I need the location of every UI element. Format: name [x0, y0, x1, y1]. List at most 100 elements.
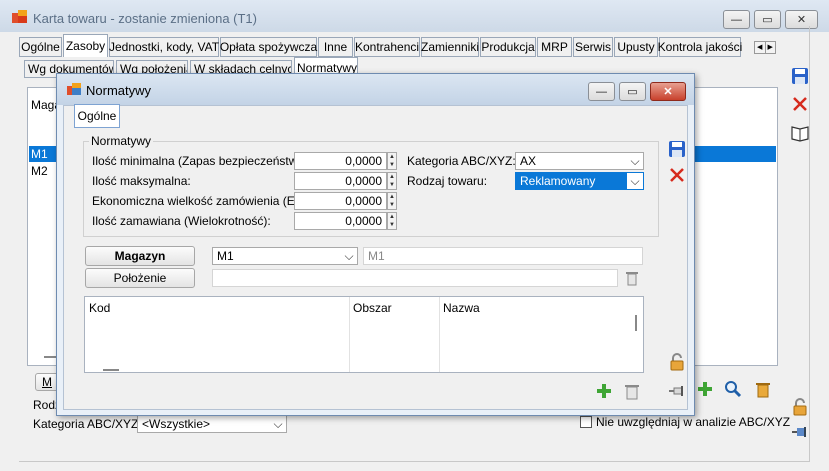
exclude-abc-label: Nie uwzględniaj w analizie ABC/XYZ	[596, 415, 791, 429]
normatywy-dialog: Normatywy — ▭ ✕ Ogólne Normatywy Ilość m…	[56, 73, 695, 416]
dialog-add-button[interactable]	[593, 380, 615, 402]
search-button[interactable]	[722, 378, 744, 400]
save-icon	[669, 141, 685, 157]
search-icon	[725, 381, 742, 398]
save-button[interactable]	[789, 65, 811, 87]
book-icon	[791, 126, 809, 142]
tab-scroll-right-icon[interactable]: ▶	[766, 42, 776, 53]
dialog-lock-button[interactable]	[666, 351, 688, 373]
ilosc-minimalna-input[interactable]: 0,0000	[294, 152, 387, 170]
add-button-outer[interactable]	[694, 378, 716, 400]
tab-serwis[interactable]: Serwis	[573, 37, 613, 57]
dialog-maximize-button[interactable]: ▭	[619, 82, 646, 101]
tab-kontrola-jakosci[interactable]: Kontrola jakości	[658, 37, 742, 57]
tab-produkcja[interactable]: Produkcja	[480, 37, 536, 57]
column-header-kod[interactable]: Kod	[89, 301, 110, 315]
dialog-title: Normatywy	[86, 83, 152, 98]
ilosc-zamawiana-input[interactable]: 0,0000	[294, 212, 387, 230]
tab-oplata[interactable]: Opłata spożywcza	[220, 37, 317, 57]
add-icon	[698, 382, 712, 396]
exclude-abc-checkbox[interactable]	[580, 416, 592, 428]
tab-jednostki[interactable]: Jednostki, kody, VAT	[109, 37, 219, 57]
trash-icon	[625, 385, 639, 400]
outer-titlebar: Karta towaru - zostanie zmieniona (T1) —…	[0, 0, 829, 32]
dialog-minimize-button[interactable]: —	[588, 82, 615, 101]
divider	[809, 26, 810, 462]
delete-button[interactable]	[789, 93, 811, 115]
pin-button[interactable]	[789, 421, 811, 443]
ilosc-zamawiana-spinner[interactable]: ▲ ▼	[387, 212, 397, 230]
app-icon	[67, 83, 81, 95]
ilosc-minimalna-spinner[interactable]: ▲ ▼	[387, 152, 397, 170]
chevron-down-icon: ⌵	[626, 173, 643, 189]
scrollbar-thumb[interactable]	[103, 369, 119, 371]
eoq-input[interactable]: 0,0000	[294, 192, 387, 210]
column-divider	[439, 297, 440, 372]
kategoria-label-outer: Kategoria ABC/XYZ:	[33, 417, 142, 431]
field-label: Ilość maksymalna:	[92, 174, 191, 188]
kategoria-select-outer[interactable]: <Wszystkie> ⌵	[137, 415, 287, 433]
lock-icon	[670, 353, 684, 371]
field-label: Ilość zamawiana (Wielokrotność):	[92, 214, 271, 228]
polozenie-field[interactable]	[212, 269, 618, 287]
eoq-spinner[interactable]: ▲ ▼	[387, 192, 397, 210]
column-header-nazwa[interactable]: Nazwa	[443, 301, 480, 315]
polozenie-table[interactable]: Kod Obszar Nazwa	[84, 296, 644, 373]
tab-scroll-left-icon[interactable]: ◀	[755, 42, 766, 53]
ilosc-maksymalna-spinner[interactable]: ▲ ▼	[387, 172, 397, 190]
tab-zasoby[interactable]: Zasoby	[63, 34, 108, 57]
field-label: Ekonomiczna wielkość zamówienia (EOQ):	[92, 194, 321, 208]
dialog-delete-button[interactable]	[666, 164, 688, 186]
dialog-trash-button[interactable]	[621, 380, 643, 402]
chevron-down-icon: ⌵	[270, 416, 286, 432]
close-button[interactable]: ✕	[785, 10, 818, 29]
kategoria-label: Kategoria ABC/XYZ:	[407, 154, 516, 168]
tab-upusty[interactable]: Upusty	[614, 37, 658, 57]
dialog-pin-button[interactable]	[666, 380, 688, 402]
book-button[interactable]	[789, 122, 811, 144]
tab-scroll[interactable]: ◀ ▶	[754, 41, 776, 54]
dialog-save-button[interactable]	[666, 138, 688, 160]
chevron-down-icon: ⌵	[341, 248, 357, 264]
field-label: Ilość minimalna (Zapas bezpieczeństwa):	[92, 154, 312, 168]
group-title: Normatywy	[89, 134, 154, 148]
tab-ogolne[interactable]: Ogólne	[19, 37, 62, 57]
close-icon: ✕	[663, 86, 673, 98]
maximize-icon: ▭	[627, 86, 638, 98]
chevron-down-icon: ⌵	[627, 153, 643, 169]
dialog-body: Ogólne Normatywy Ilość minimalna (Zapas …	[63, 104, 688, 410]
lock-button[interactable]	[789, 396, 811, 418]
save-icon	[792, 68, 808, 84]
column-header-obszar[interactable]: Obszar	[353, 301, 392, 315]
app-icon	[12, 10, 27, 23]
window-title: Karta towaru - zostanie zmieniona (T1)	[33, 11, 257, 26]
magazyn-name-field: M1	[363, 247, 643, 265]
divider	[19, 461, 809, 462]
rodzaj-select[interactable]: Reklamowany ⌵	[515, 172, 644, 190]
polozenie-button[interactable]: Położenie	[85, 268, 195, 288]
tab-kontrahenci[interactable]: Kontrahenci	[354, 37, 420, 57]
trash-icon	[626, 272, 638, 286]
tab-mrp[interactable]: MRP	[537, 37, 572, 57]
tab-ogolne-dialog[interactable]: Ogólne	[74, 104, 120, 128]
column-divider	[349, 297, 350, 372]
tab-zamienniki[interactable]: Zamienniki	[421, 37, 479, 57]
polozenie-clear-button[interactable]	[621, 267, 643, 289]
close-icon: ✕	[796, 14, 807, 26]
magazyn-button[interactable]: Magazyn	[85, 246, 195, 266]
trash-icon	[756, 383, 770, 398]
ilosc-maksymalna-input[interactable]: 0,0000	[294, 172, 387, 190]
maximize-button[interactable]: ▭	[754, 10, 781, 29]
lock-icon	[793, 398, 807, 416]
rodzaj-label: Rodzaj towaru:	[407, 174, 488, 188]
tab-inne[interactable]: Inne	[318, 37, 353, 57]
dialog-close-button[interactable]: ✕	[650, 82, 686, 101]
kategoria-select[interactable]: AX ⌵	[515, 152, 644, 170]
magazyn-select[interactable]: M1 ⌵	[212, 247, 358, 265]
trash-button-outer[interactable]	[752, 378, 774, 400]
minimize-icon: —	[596, 85, 607, 98]
minimize-button[interactable]: —	[723, 10, 750, 29]
scrollbar-thumb[interactable]	[635, 315, 637, 331]
add-icon	[597, 384, 611, 398]
pin-icon	[669, 386, 683, 396]
